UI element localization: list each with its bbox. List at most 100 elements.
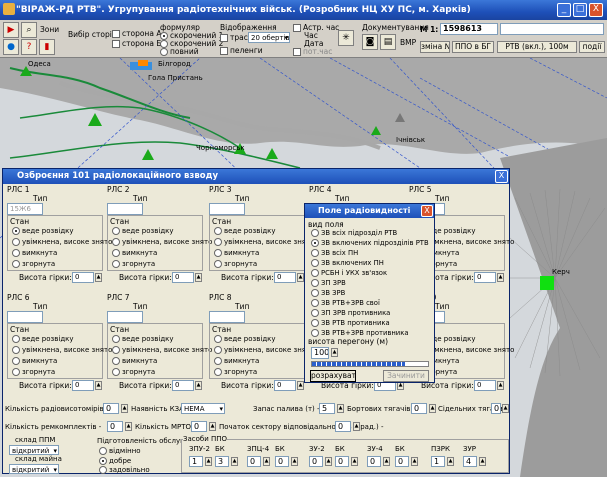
rls-state-option[interactable]: згорнута	[214, 368, 257, 376]
sector-input[interactable]: 0	[335, 421, 351, 432]
rls-state-option[interactable]: веде розвідку	[214, 227, 276, 235]
repair-input[interactable]: 0	[107, 421, 123, 432]
field-option[interactable]: ЗП ЗРВ	[311, 279, 346, 287]
fuel-spinner[interactable]: ▲	[337, 404, 344, 413]
ppo-item-input[interactable]: 0	[395, 456, 409, 467]
rls-height-spinner[interactable]: ▲	[297, 381, 304, 390]
maximize-button[interactable]: □	[573, 3, 587, 17]
tractors-spinner[interactable]: ▲	[429, 404, 436, 413]
mrto-spinner[interactable]: ▲	[209, 422, 216, 431]
bearings-checkbox[interactable]: пеленги	[220, 46, 263, 55]
ppo-item-spinner[interactable]: ▲	[291, 457, 298, 466]
rls-state-option[interactable]: згорнута	[112, 368, 155, 376]
rls-height-spinner[interactable]: ▲	[195, 273, 202, 282]
repair-spinner[interactable]: ▲	[125, 422, 132, 431]
popup-close-button[interactable]: X	[421, 205, 433, 217]
scale-extra-field[interactable]	[500, 23, 604, 35]
form-opt3-radio[interactable]: повний	[160, 47, 199, 56]
zoom-icon[interactable]: ⌕	[21, 22, 37, 38]
ppo-item-input[interactable]: 1	[431, 456, 445, 467]
rls-state-option[interactable]: веде розвідку	[12, 227, 74, 235]
rls-type-input[interactable]	[209, 311, 245, 323]
ppo-item-input[interactable]: 0	[275, 456, 289, 467]
exit-icon[interactable]: ▮	[39, 39, 55, 55]
rls-state-option[interactable]: веде розвідку	[112, 335, 174, 343]
rls-height-input[interactable]: 0	[474, 380, 496, 391]
rls-state-option[interactable]: вимкнута	[12, 249, 57, 257]
radio-count-input[interactable]: 0	[103, 403, 119, 414]
events-button[interactable]: події	[579, 41, 605, 53]
rls-state-option[interactable]: веде розвідку	[112, 227, 174, 235]
training-opt-excellent[interactable]: відмінно	[99, 447, 141, 455]
rls-height-input[interactable]: 0	[172, 380, 194, 391]
ppo-item-spinner[interactable]: ▲	[325, 457, 332, 466]
ppo-item-input[interactable]: 3	[215, 456, 229, 467]
close-popup-button[interactable]: Зачинити	[383, 370, 429, 382]
scale-input[interactable]: 1598613	[440, 23, 498, 35]
field-option[interactable]: РСБН і УКХ зв'язок	[311, 269, 387, 277]
field-option[interactable]: ЗП ЗРВ противника	[311, 309, 390, 317]
rls-type-input[interactable]: 15Ж6	[7, 203, 43, 215]
rls-state-option[interactable]: вимкнута	[112, 249, 157, 257]
field-option[interactable]: ЗВ ЗРВ	[311, 289, 345, 297]
radio-count-spinner[interactable]: ▲	[121, 404, 128, 413]
rls-height-spinner[interactable]: ▲	[497, 381, 504, 390]
fuel-input[interactable]: 5	[319, 403, 335, 414]
saddle-input[interactable]: 0	[491, 403, 501, 414]
rls-state-option[interactable]: увімкнена, високе знято	[214, 238, 314, 246]
rls-height-spinner[interactable]: ▲	[95, 273, 102, 282]
globe-icon[interactable]: ●	[3, 39, 19, 55]
rls-state-option[interactable]: увімкнена, високе знято	[12, 346, 112, 354]
height-spinner[interactable]: ▲	[331, 348, 338, 357]
change-no-button[interactable]: зміна №	[420, 41, 450, 53]
rls-state-option[interactable]: вимкнута	[112, 357, 157, 365]
ppo-button[interactable]: ППО в БГ	[452, 41, 494, 53]
rls-state-option[interactable]: вимкнута	[214, 249, 259, 257]
bmp-label[interactable]: BMP	[400, 38, 416, 47]
rls-state-option[interactable]: згорнута	[112, 260, 155, 268]
rls-type-input[interactable]	[107, 311, 143, 323]
rls-state-option[interactable]: веде розвідку	[12, 335, 74, 343]
height-input[interactable]: 100	[311, 347, 329, 359]
training-opt-fair[interactable]: задовільно	[99, 466, 150, 474]
ppo-item-spinner[interactable]: ▲	[231, 457, 238, 466]
field-option[interactable]: ЗВ всіх підрозділ РТВ	[311, 229, 397, 237]
ppo-item-input[interactable]: 0	[309, 456, 323, 467]
rls-type-input[interactable]	[107, 203, 143, 215]
rls-state-option[interactable]: згорнута	[12, 368, 55, 376]
ppo-item-input[interactable]: 1	[189, 456, 203, 467]
rls-state-option[interactable]: вимкнута	[214, 357, 259, 365]
ppo-item-spinner[interactable]: ▲	[205, 457, 212, 466]
saddle-spinner[interactable]: ▲	[502, 404, 509, 413]
rls-height-input[interactable]: 0	[172, 272, 194, 283]
rls-height-input[interactable]: 0	[474, 272, 496, 283]
turns-select[interactable]: 20 обертів	[248, 32, 290, 43]
field-option[interactable]: ЗВ всіх ПН	[311, 249, 358, 257]
rls-height-spinner[interactable]: ▲	[95, 381, 102, 390]
kza-select[interactable]: НЕМА	[181, 403, 225, 414]
ppo-item-input[interactable]: 0	[335, 456, 349, 467]
ppo-item-input[interactable]: 0	[367, 456, 381, 467]
rls-height-input[interactable]: 0	[274, 272, 296, 283]
ppo-item-input[interactable]: 4	[463, 456, 477, 467]
rls-state-option[interactable]: веде розвідку	[214, 335, 276, 343]
current-time-checkbox[interactable]: пот.час	[293, 47, 332, 56]
rls-height-input[interactable]: 0	[72, 380, 94, 391]
camera-icon[interactable]: ◙	[362, 34, 378, 50]
ppo-item-spinner[interactable]: ▲	[447, 457, 454, 466]
ppo-item-spinner[interactable]: ▲	[411, 457, 418, 466]
rls-height-input[interactable]: 0	[274, 380, 296, 391]
rls-height-spinner[interactable]: ▲	[297, 273, 304, 282]
side-a-checkbox[interactable]: сторона А	[112, 29, 161, 38]
dialog-close-button[interactable]: X	[495, 170, 508, 183]
rls-height-input[interactable]: 0	[72, 272, 94, 283]
crew-select[interactable]: відкритий	[9, 464, 59, 474]
training-opt-good[interactable]: добре	[99, 457, 131, 465]
rls-type-input[interactable]	[7, 311, 43, 323]
help-icon[interactable]: ?	[21, 39, 37, 55]
ppo-item-spinner[interactable]: ▲	[479, 457, 486, 466]
field-option[interactable]: ЗВ включених ПН	[311, 259, 384, 267]
close-button[interactable]: X	[589, 3, 603, 17]
play-icon[interactable]: ▶	[3, 22, 19, 38]
mrto-input[interactable]: 0	[191, 421, 207, 432]
